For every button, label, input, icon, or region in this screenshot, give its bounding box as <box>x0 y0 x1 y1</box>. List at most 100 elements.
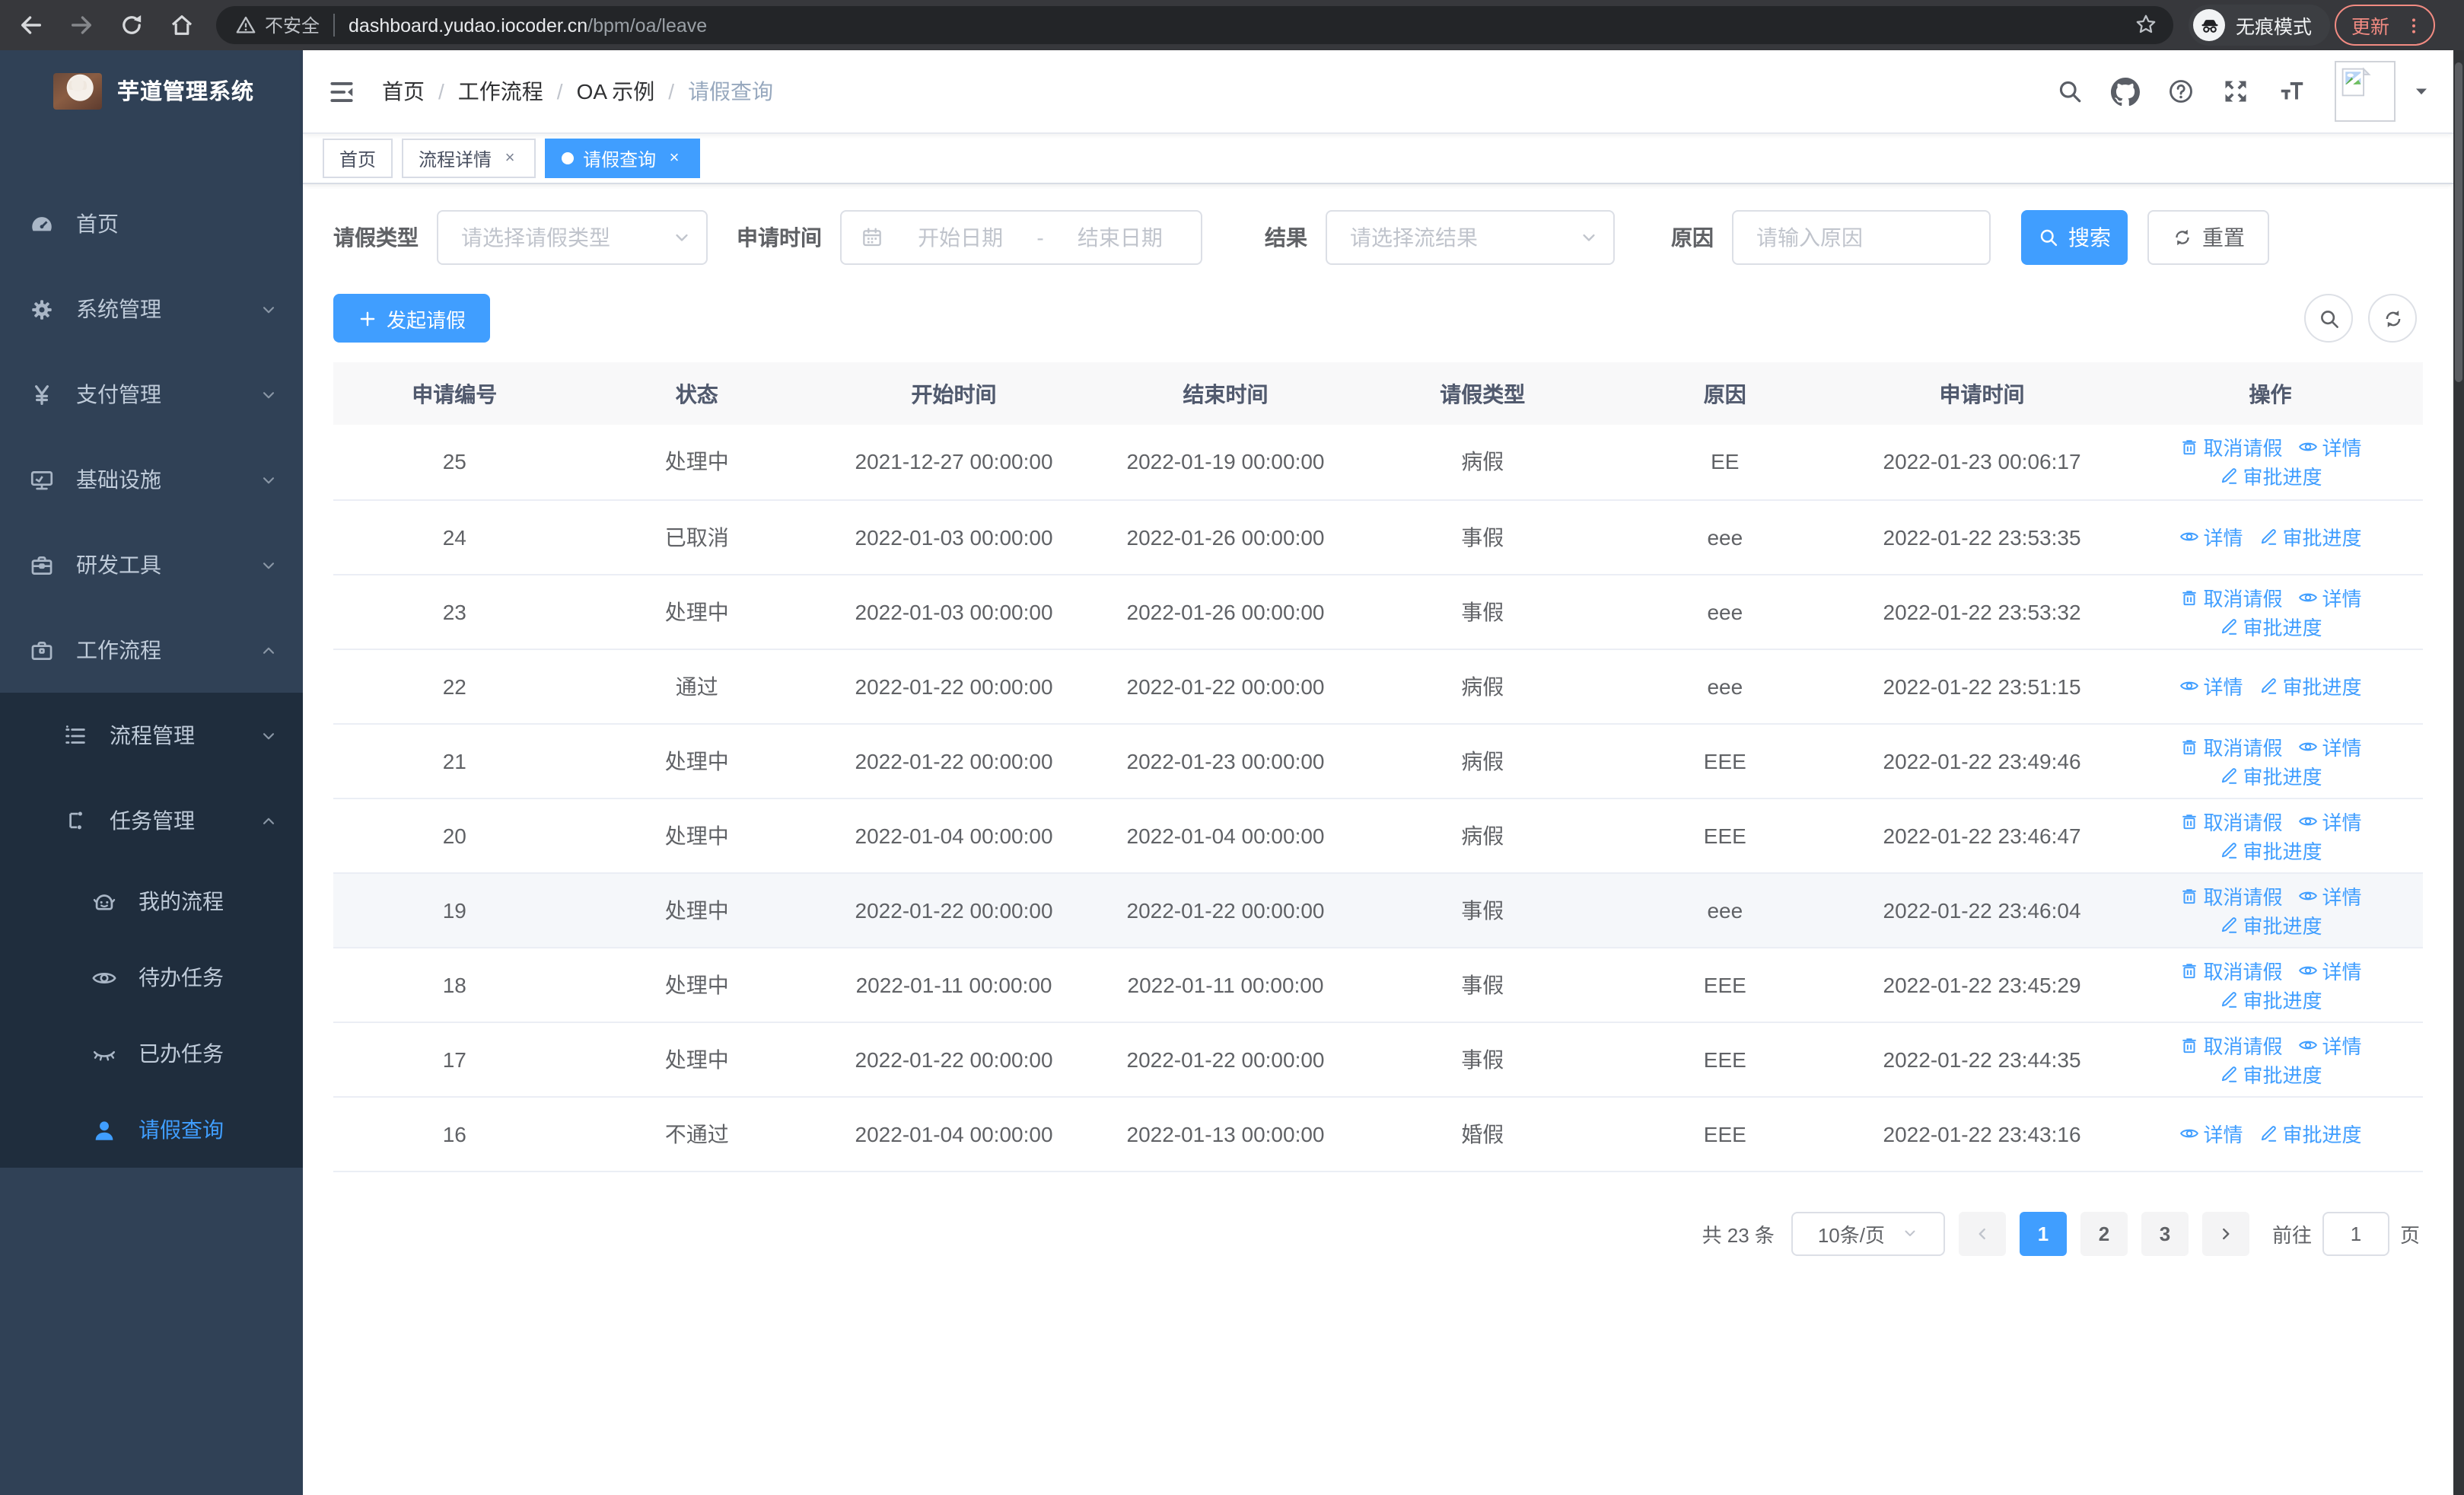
browser-menu-kebab-icon[interactable] <box>2403 14 2424 36</box>
progress-link[interactable]: 审批进度 <box>2259 1119 2362 1148</box>
pen-icon <box>2219 467 2239 486</box>
cell-id: 16 <box>333 1096 576 1171</box>
sidebar-item-label: 我的流程 <box>138 889 224 913</box>
next-page-button[interactable] <box>2201 1211 2249 1255</box>
browser-update-button[interactable]: 更新 <box>2335 5 2435 46</box>
search-button[interactable]: 搜索 <box>2021 210 2128 265</box>
cell-start: 2022-01-04 00:00:00 <box>818 798 1090 873</box>
progress-link[interactable]: 审批进度 <box>2259 671 2362 700</box>
page-button-1[interactable]: 1 <box>2019 1211 2067 1255</box>
page-button-3[interactable]: 3 <box>2141 1211 2189 1255</box>
reset-button[interactable]: 重置 <box>2147 210 2269 265</box>
avatar[interactable] <box>2335 61 2396 122</box>
cell-reason: EEE <box>1603 947 1847 1022</box>
tab-流程详情[interactable]: 流程详情 × <box>402 139 536 178</box>
breadcrumb-item[interactable]: 工作流程 <box>458 76 543 107</box>
progress-link[interactable]: 审批进度 <box>2219 910 2322 939</box>
column-header: 请假类型 <box>1361 362 1604 425</box>
sidebar-item-研发工具[interactable]: 研发工具 <box>0 522 303 607</box>
cancel-link[interactable]: 取消请假 <box>2179 806 2283 835</box>
page-size-select[interactable]: 10条/页 <box>1791 1211 1945 1255</box>
create-leave-button[interactable]: 发起请假 <box>333 294 491 343</box>
progress-link[interactable]: 审批进度 <box>2219 1059 2322 1088</box>
detail-link[interactable]: 详情 <box>2179 1119 2243 1148</box>
browser-scrollbar[interactable] <box>2453 50 2464 1495</box>
chevron-up-icon <box>259 811 279 830</box>
toggle-search-button[interactable] <box>2304 294 2353 343</box>
help-icon[interactable] <box>2167 78 2195 105</box>
cancel-link[interactable]: 取消请假 <box>2179 732 2283 760</box>
apply-time-range-input[interactable]: 开始日期 - 结束日期 <box>840 210 1202 265</box>
cancel-link[interactable]: 取消请假 <box>2179 881 2283 910</box>
scrollbar-thumb[interactable] <box>2455 62 2462 382</box>
app-logo[interactable]: 芋道管理系统 <box>0 50 303 131</box>
browser-reload-icon[interactable] <box>111 5 151 45</box>
progress-link[interactable]: 审批进度 <box>2219 760 2322 789</box>
tab-首页[interactable]: 首页 <box>323 139 393 178</box>
page-button-2[interactable]: 2 <box>2080 1211 2128 1255</box>
sidebar-item-任务管理[interactable]: 任务管理 <box>0 778 303 863</box>
url-bar[interactable]: 不安全 dashboard.yudao.iocoder.cn/bpm/oa/le… <box>216 6 2173 44</box>
detail-link[interactable]: 详情 <box>2298 881 2362 910</box>
progress-label: 审批进度 <box>2282 676 2362 699</box>
progress-link[interactable]: 审批进度 <box>2259 522 2362 551</box>
detail-link[interactable]: 详情 <box>2298 732 2362 760</box>
detail-link[interactable]: 详情 <box>2298 955 2362 984</box>
sidebar-item-工作流程[interactable]: 工作流程 <box>0 607 303 693</box>
sidebar-item-待办任务[interactable]: 待办任务 <box>0 939 303 1015</box>
filter-form: 请假类型 请选择请假类型 申请时间 开始日期 - 结束日期 结果 请选择流结果 <box>333 210 2423 265</box>
breadcrumb-item[interactable]: OA 示例 <box>577 76 655 107</box>
prev-page-button[interactable] <box>1958 1211 2006 1255</box>
browser-home-icon[interactable] <box>161 5 201 45</box>
detail-link[interactable]: 详情 <box>2298 806 2362 835</box>
result-select[interactable]: 请选择流结果 <box>1326 210 1615 265</box>
fullscreen-icon[interactable] <box>2222 78 2249 105</box>
tab-close-icon[interactable]: × <box>501 149 519 167</box>
cancel-link[interactable]: 取消请假 <box>2179 1030 2283 1059</box>
cell-actions: 详情 审批进度 <box>2118 499 2423 575</box>
detail-link[interactable]: 详情 <box>2179 522 2243 551</box>
tab-close-icon[interactable]: × <box>665 149 683 167</box>
sidebar-menu: 首页 系统管理 支付管理 基础设施 研发工具 工作流程 流程管理 任务管理我的流程待办任务 已办… <box>0 181 303 1168</box>
sidebar-item-首页[interactable]: 首页 <box>0 181 303 266</box>
sidebar-item-已办任务[interactable]: 已办任务 <box>0 1015 303 1092</box>
progress-link[interactable]: 审批进度 <box>2219 462 2322 491</box>
yen-icon <box>29 381 55 407</box>
cell-id: 21 <box>333 723 576 799</box>
cancel-link[interactable]: 取消请假 <box>2179 955 2283 984</box>
leave-type-select[interactable]: 请选择请假类型 <box>437 210 708 265</box>
sidebar-item-请假查询[interactable]: 请假查询 <box>0 1092 303 1168</box>
tab-label: 请假查询 <box>583 148 657 170</box>
progress-link[interactable]: 审批进度 <box>2219 611 2322 640</box>
detail-link[interactable]: 详情 <box>2298 433 2362 462</box>
browser-back-icon[interactable] <box>11 5 50 45</box>
sidebar-item-系统管理[interactable]: 系统管理 <box>0 266 303 352</box>
sidebar-collapse-icon[interactable] <box>327 77 356 106</box>
user-menu-caret-icon[interactable] <box>2411 78 2432 105</box>
refresh-table-button[interactable] <box>2368 294 2417 343</box>
header-search-icon[interactable] <box>2056 78 2084 105</box>
progress-link[interactable]: 审批进度 <box>2219 984 2322 1013</box>
sidebar-item-支付管理[interactable]: 支付管理 <box>0 352 303 437</box>
sidebar-item-基础设施[interactable]: 基础设施 <box>0 437 303 522</box>
breadcrumb-item[interactable]: 首页 <box>382 76 425 107</box>
security-warning[interactable]: 不安全 <box>234 12 320 38</box>
reason-input[interactable] <box>1756 225 1966 250</box>
detail-link[interactable]: 详情 <box>2298 1030 2362 1059</box>
sidebar-item-我的流程[interactable]: 我的流程 <box>0 863 303 939</box>
detail-link[interactable]: 详情 <box>2298 582 2362 611</box>
table-body: 25 处理中 2021-12-27 00:00:00 2022-01-19 00:00… <box>333 425 2423 1171</box>
goto-page-input[interactable] <box>2322 1211 2389 1255</box>
detail-link[interactable]: 详情 <box>2179 671 2243 700</box>
progress-link[interactable]: 审批进度 <box>2219 835 2322 864</box>
github-icon[interactable] <box>2111 77 2140 106</box>
cell-apply: 2022-01-23 00:06:17 <box>1846 425 2119 500</box>
cancel-link[interactable]: 取消请假 <box>2179 433 2283 462</box>
browser-forward-icon[interactable] <box>61 5 100 45</box>
font-size-icon[interactable] <box>2277 78 2307 105</box>
cancel-link[interactable]: 取消请假 <box>2179 582 2283 611</box>
cell-reason: EEE <box>1603 1096 1847 1171</box>
bookmark-star-icon[interactable] <box>2134 11 2158 39</box>
tab-请假查询[interactable]: 请假查询 × <box>545 139 701 178</box>
sidebar-item-流程管理[interactable]: 流程管理 <box>0 693 303 778</box>
